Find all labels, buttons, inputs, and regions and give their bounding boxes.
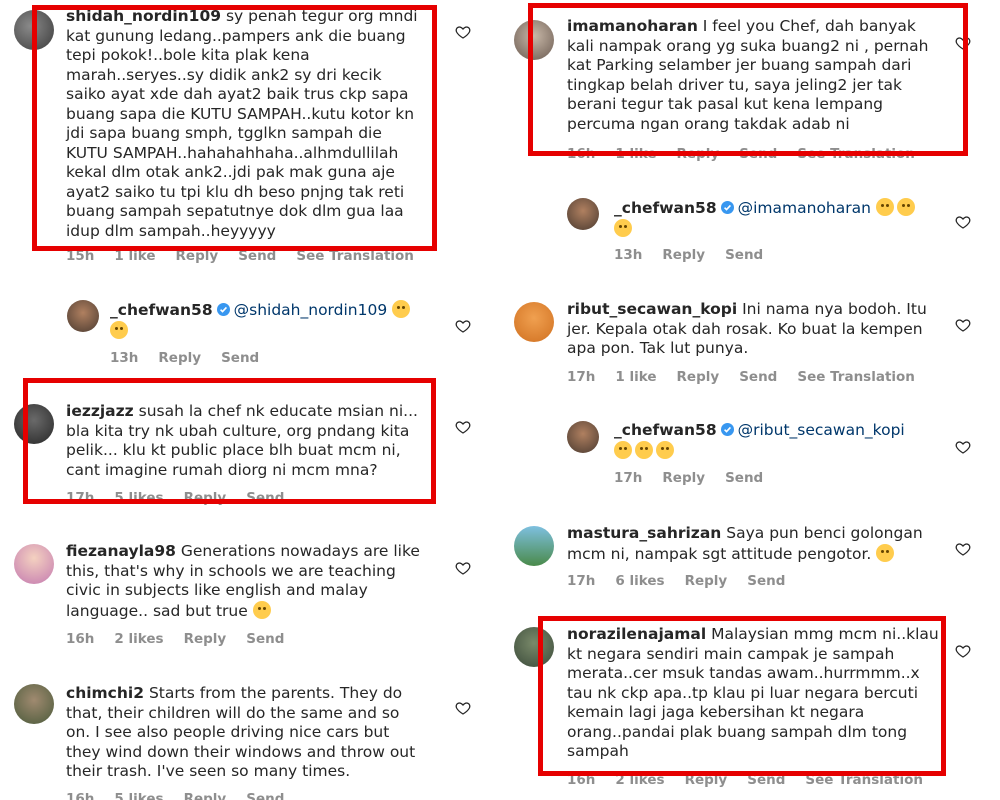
like-heart-icon[interactable] (455, 700, 471, 716)
avatar[interactable] (14, 684, 54, 724)
send-button[interactable]: Send (246, 631, 284, 647)
avatar[interactable] (514, 302, 554, 342)
comment-meta: 17h 1 like Reply Send See Translation (567, 369, 935, 385)
reply-meta: 17h Reply Send (614, 470, 783, 486)
reply-body: _chefwan58 @shidah_nordin109 (110, 300, 430, 341)
column-divider (490, 0, 506, 800)
comment-body: mastura_sahrizan Saya pun benci golongan… (567, 524, 947, 564)
comment-meta: 17h 6 likes Reply Send (567, 573, 805, 589)
comment-username[interactable]: fiezanayla98 (66, 542, 176, 560)
comment-time: 17h (567, 573, 596, 589)
reply-button[interactable]: Reply (662, 470, 705, 486)
comment-body: ribut_secawan_kopi Ini nama nya bodoh. I… (567, 300, 947, 359)
clapping-hands-emoji-icon (656, 440, 674, 459)
avatar[interactable] (514, 526, 554, 566)
avatar[interactable] (567, 198, 599, 230)
crying-emoji-icon (252, 600, 271, 619)
reply-time: 17h (614, 470, 643, 486)
send-button[interactable]: Send (725, 470, 763, 486)
reply-button[interactable]: Reply (158, 350, 201, 366)
reply-username[interactable]: _chefwan58 (110, 301, 213, 319)
highlight-box (23, 378, 436, 504)
send-button[interactable]: Send (739, 369, 777, 385)
comments-panel-left: shidah_nordin109 sy penah tegur org mndi… (0, 0, 490, 800)
comment-time: 17h (567, 369, 596, 385)
avatar[interactable] (567, 421, 599, 453)
angry-emoji-icon (876, 543, 895, 562)
surprised-emoji-icon (110, 320, 128, 339)
like-heart-icon[interactable] (955, 439, 971, 455)
reply-meta: 13h Reply Send (110, 350, 279, 366)
laughing-emoji-icon (635, 440, 653, 459)
like-heart-icon[interactable] (455, 560, 471, 576)
verified-badge-icon (720, 201, 734, 214)
send-button[interactable]: Send (221, 350, 259, 366)
like-heart-icon[interactable] (955, 214, 971, 230)
send-button[interactable]: Send (725, 247, 763, 263)
avatar[interactable] (67, 300, 99, 332)
send-button[interactable]: Send (246, 791, 284, 800)
like-heart-icon[interactable] (955, 643, 971, 659)
reply-button[interactable]: Reply (184, 631, 227, 647)
reply-meta: 13h Reply Send (614, 247, 783, 263)
comment-username[interactable]: chimchi2 (66, 684, 144, 702)
laughing-emoji-icon (896, 198, 915, 216)
like-heart-icon[interactable] (955, 317, 971, 333)
see-translation-button[interactable]: See Translation (797, 369, 915, 385)
reply-time: 13h (110, 350, 139, 366)
like-heart-icon[interactable] (455, 318, 471, 334)
verified-badge-icon (720, 423, 734, 436)
comments-panel-right: imamanoharan I feel you Chef, dah banyak… (506, 0, 1000, 800)
highlight-box (32, 5, 437, 251)
laughing-emoji-icon (875, 198, 894, 216)
comment-likes[interactable]: 5 likes (114, 791, 163, 800)
reply-username[interactable]: _chefwan58 (614, 199, 717, 217)
comment-meta: 16h 5 likes Reply Send (66, 791, 304, 800)
highlight-box (538, 616, 946, 776)
reply-username[interactable]: _chefwan58 (614, 421, 717, 439)
comment-likes[interactable]: 2 likes (114, 631, 163, 647)
avatar[interactable] (14, 544, 54, 584)
send-button[interactable]: Send (747, 573, 785, 589)
laughing-emoji-icon (614, 440, 632, 459)
surprised-emoji-icon (392, 300, 411, 318)
like-heart-icon[interactable] (455, 419, 471, 435)
reply-button[interactable]: Reply (685, 573, 728, 589)
reply-button[interactable]: Reply (184, 791, 227, 800)
reply-body: _chefwan58 @imamanoharan (614, 198, 944, 239)
comment-body: fiezanayla98 Generations nowadays are li… (66, 542, 426, 621)
laughing-emoji-icon (614, 218, 632, 237)
verified-badge-icon (216, 303, 230, 316)
reply-time: 13h (614, 247, 643, 263)
reply-mention[interactable]: @ribut_secawan_kopi (738, 421, 905, 439)
comment-meta: 16h 2 likes Reply Send (66, 631, 304, 647)
reply-body: _chefwan58 @ribut_secawan_kopi (614, 421, 944, 461)
comment-username[interactable]: ribut_secawan_kopi (567, 300, 737, 318)
reply-button[interactable]: Reply (677, 369, 720, 385)
highlight-box (528, 3, 968, 156)
like-heart-icon[interactable] (455, 24, 471, 40)
like-heart-icon[interactable] (955, 541, 971, 557)
reply-mention[interactable]: @shidah_nordin109 (234, 301, 388, 319)
comment-time: 16h (66, 791, 95, 800)
reply-mention[interactable]: @imamanoharan (738, 199, 871, 217)
comment-likes[interactable]: 1 like (615, 369, 656, 385)
comment-time: 16h (66, 631, 95, 647)
comment-username[interactable]: mastura_sahrizan (567, 524, 721, 542)
comment-likes[interactable]: 6 likes (615, 573, 664, 589)
reply-button[interactable]: Reply (662, 247, 705, 263)
comment-body: chimchi2 Starts from the parents. They d… (66, 684, 426, 782)
